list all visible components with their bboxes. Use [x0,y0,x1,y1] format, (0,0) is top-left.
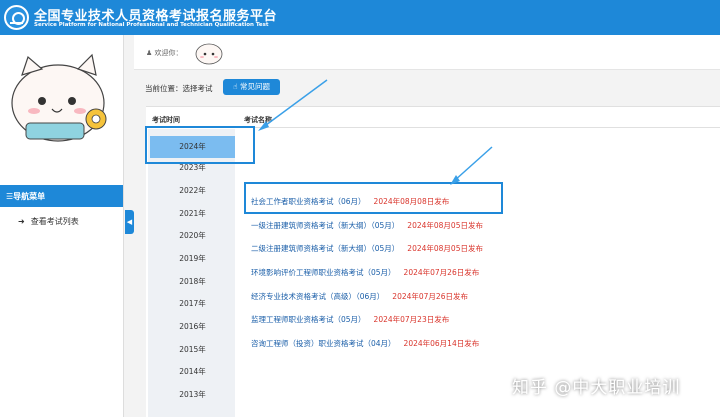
exam-date: 2024年07月23日发布 [373,315,450,324]
exam-row[interactable]: 经济专业技术资格考试（高级）（06月） 2024年07月26日发布 [251,291,468,302]
year-item-2013[interactable]: 2013年 [150,384,235,406]
exam-date: 2024年07月26日发布 [403,268,480,277]
exam-name[interactable]: 一级注册建筑师资格考试（新大纲）（05月） [251,221,399,230]
user-avatar[interactable] [194,38,224,66]
exam-date: 2024年06月14日发布 [403,339,480,348]
sidebar-item-exam-list[interactable]: ➜ 查看考试列表 [18,216,79,227]
year-item-2021[interactable]: 2021年 [150,203,235,225]
breadcrumb: 当前位置：选择考试 [145,84,213,93]
column-header-name: 考试名称 [244,116,272,124]
year-item-2022[interactable]: 2022年 [150,180,235,202]
exam-date: 2024年08月05日发布 [407,244,483,253]
sidebar-collapse-button[interactable]: ◀ [125,210,134,234]
year-item-2017[interactable]: 2017年 [150,293,235,315]
exam-name[interactable]: 经济专业技术资格考试（高级）（06月） [251,292,384,301]
faq-button[interactable]: ☝ 常见问题 [223,79,280,95]
exam-row[interactable]: 环境影响评价工程师职业资格考试（05月） 2024年07月26日发布 [251,267,479,278]
watermark: 知乎 @中大职业培训 [512,378,681,398]
exam-name[interactable]: 咨询工程师（投资）职业资格考试（04月） [251,339,396,348]
welcome-text: ♟ 欢迎你： [146,49,183,57]
exam-date: 2024年08月05日发布 [407,221,483,230]
exam-date: 2024年07月26日发布 [392,292,468,301]
exam-row[interactable]: 二级注册建筑师资格考试（新大纲）（05月） 2024年08月05日发布 [251,243,483,254]
top-bar: ♟ 欢迎你： [134,35,720,70]
year-item-2020[interactable]: 2020年 [150,225,235,247]
year-item-2016[interactable]: 2016年 [150,316,235,338]
exam-name[interactable]: 监理工程师职业资格考试（05月） [251,315,366,324]
exam-row[interactable]: 一级注册建筑师资格考试（新大纲）（05月） 2024年08月05日发布 [251,220,483,231]
year-item-2018[interactable]: 2018年 [150,271,235,293]
sign-in-arrow-icon: ➜ [18,217,25,226]
exam-name[interactable]: 环境影响评价工程师职业资格考试（05月） [251,268,396,277]
user-icon: ♟ [146,49,153,57]
year-item-2019[interactable]: 2019年 [150,248,235,270]
year-highlight-box [145,126,255,164]
year-item-2015[interactable]: 2015年 [150,339,235,361]
platform-subtitle: Service Platform for National Profession… [34,22,269,28]
exam-row[interactable]: 咨询工程师（投资）职业资格考试（04月） 2024年06月14日发布 [251,338,479,349]
sidebar-item-label: 查看考试列表 [30,217,79,226]
nav-menu-header: ☰导航菜单 [0,185,123,207]
header: 全国专业技术人员资格考试报名服务平台 Service Platform for … [0,0,720,35]
platform-logo-icon [4,5,29,30]
cartoon-avatar-icon [11,53,107,142]
sidebar: ☰导航菜单 ➜ 查看考试列表 [0,35,124,417]
exam-name[interactable]: 二级注册建筑师资格考试（新大纲）（05月） [251,244,399,253]
column-header-time: 考试时间 [152,116,180,124]
year-item-2014[interactable]: 2014年 [150,361,235,383]
hand-pointer-icon: ☝ [233,82,238,91]
exam-highlight-box [244,182,503,214]
exam-row[interactable]: 监理工程师职业资格考试（05月） 2024年07月23日发布 [251,314,449,325]
